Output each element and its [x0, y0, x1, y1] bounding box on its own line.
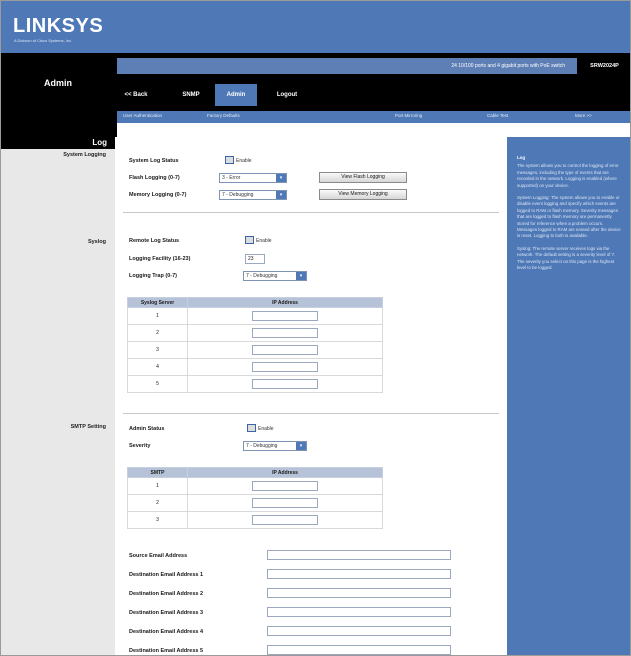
- column-header-syslog-server: Syslog Server: [127, 297, 188, 308]
- admin-status-label: Admin Status: [129, 426, 165, 432]
- syslog-ip-input-5[interactable]: [252, 379, 318, 389]
- memory-logging-select[interactable]: 7 - Debugging ▾: [219, 190, 287, 200]
- destination-email-1-label: Destination Email Address 1: [129, 572, 204, 578]
- section-label-smtp-setting: SMTP Setting: [70, 424, 106, 430]
- destination-email-2-label: Destination Email Address 2: [129, 591, 204, 597]
- page-title: Log: [1, 137, 115, 149]
- section-title: Admin: [1, 53, 115, 129]
- syslog-server-table: Syslog Server IP Address 1 2 3 4 5: [127, 297, 383, 393]
- subnav-more[interactable]: More >>: [575, 113, 592, 118]
- admin-status-value: Enable: [258, 426, 274, 432]
- view-flash-logging-button[interactable]: View Flash Logging: [319, 172, 407, 183]
- help-heading: Log: [517, 155, 526, 160]
- table-row: 1: [127, 477, 383, 495]
- view-memory-logging-button[interactable]: View Memory Logging: [319, 189, 407, 200]
- severity-label: Severity: [129, 443, 151, 449]
- syslog-ip-input-3[interactable]: [252, 345, 318, 355]
- chevron-down-icon: ▾: [276, 174, 286, 182]
- sub-navigation: User Authentication Factory Defaults Por…: [117, 111, 630, 123]
- divider: [123, 413, 499, 414]
- chevron-down-icon: ▾: [296, 442, 306, 450]
- destination-email-3-input[interactable]: [267, 607, 451, 617]
- column-header-ip-address: IP Address: [187, 297, 383, 308]
- logging-facility-label: Logging Facility (16-23): [129, 256, 191, 262]
- tab-snmp[interactable]: SNMP: [175, 84, 207, 106]
- help-panel: Log The system allows you to control the…: [507, 137, 630, 655]
- table-row: 3: [127, 341, 383, 359]
- column-header-smtp: SMTP: [127, 467, 188, 478]
- memory-logging-label: Memory Logging (0-7): [129, 192, 187, 198]
- flash-logging-label: Flash Logging (0-7): [129, 175, 180, 181]
- system-log-status-checkbox[interactable]: [225, 156, 234, 164]
- main-content: System Log Status Enable Flash Logging (…: [119, 137, 507, 655]
- left-sidebar: [1, 137, 115, 655]
- logging-trap-select[interactable]: 7 - Debugging ▾: [243, 271, 307, 281]
- destination-email-5-label: Destination Email Address 5: [129, 648, 204, 654]
- remote-log-status-value: Enable: [256, 238, 272, 244]
- destination-email-1-input[interactable]: [267, 569, 451, 579]
- table-row: 5: [127, 375, 383, 393]
- system-log-status-label: System Log Status: [129, 158, 179, 164]
- logo-tagline: A Division of Cisco Systems, Inc.: [14, 38, 73, 43]
- logging-facility-input[interactable]: 23: [245, 254, 265, 264]
- main-tabs: << Back SNMP Admin Logout: [117, 74, 630, 111]
- remote-log-status-checkbox[interactable]: [245, 236, 254, 244]
- remote-log-status-label: Remote Log Status: [129, 238, 180, 244]
- model-code: SRW2024P: [577, 58, 630, 74]
- smtp-ip-input-1[interactable]: [252, 481, 318, 491]
- logging-trap-label: Logging Trap (0-7): [129, 273, 177, 279]
- smtp-ip-input-3[interactable]: [252, 515, 318, 525]
- table-row: 2: [127, 494, 383, 512]
- subnav-user-authentication[interactable]: User Authentication: [123, 113, 162, 118]
- source-email-label: Source Email Address: [129, 553, 188, 559]
- subnav-port-mirroring[interactable]: Port Mirroring: [395, 113, 422, 118]
- column-header-ip-address: IP Address: [187, 467, 383, 478]
- smtp-ip-input-2[interactable]: [252, 498, 318, 508]
- table-row: 3: [127, 511, 383, 529]
- tab-logout[interactable]: Logout: [269, 84, 305, 106]
- flash-logging-select[interactable]: 3 - Error ▾: [219, 173, 287, 183]
- destination-email-4-label: Destination Email Address 4: [129, 629, 204, 635]
- syslog-ip-input-4[interactable]: [252, 362, 318, 372]
- smtp-server-table: SMTP IP Address 1 2 3: [127, 467, 383, 529]
- section-label-syslog: Syslog: [87, 239, 106, 245]
- destination-email-4-input[interactable]: [267, 626, 451, 636]
- subnav-factory-defaults[interactable]: Factory Defaults: [207, 113, 240, 118]
- table-row: 1: [127, 307, 383, 325]
- section-label-system-logging: System Logging: [63, 152, 106, 158]
- syslog-ip-input-2[interactable]: [252, 328, 318, 338]
- model-description: 24 10/100 ports and 4 gigabit ports with…: [117, 58, 577, 74]
- tab-back[interactable]: << Back: [121, 84, 151, 106]
- table-row: 4: [127, 358, 383, 376]
- destination-email-5-input[interactable]: [267, 645, 451, 655]
- destination-email-2-input[interactable]: [267, 588, 451, 598]
- syslog-ip-input-1[interactable]: [252, 311, 318, 321]
- system-log-status-value: Enable: [236, 158, 252, 164]
- divider: [123, 212, 499, 213]
- help-paragraph: System Logging: The system allows you to…: [517, 195, 621, 239]
- help-paragraph: The system allows you to control the log…: [517, 163, 619, 188]
- admin-status-checkbox[interactable]: [247, 424, 256, 432]
- source-email-input[interactable]: [267, 550, 451, 560]
- tab-admin[interactable]: Admin: [215, 84, 257, 106]
- table-row: 2: [127, 324, 383, 342]
- linksys-logo: LINKSYS: [13, 15, 104, 37]
- severity-select[interactable]: 7 - Debugging ▾: [243, 441, 307, 451]
- destination-email-3-label: Destination Email Address 3: [129, 610, 204, 616]
- browser-frame: LINKSYS A Division of Cisco Systems, Inc…: [0, 0, 631, 656]
- chevron-down-icon: ▾: [296, 272, 306, 280]
- subnav-cable-test[interactable]: Cable Test: [487, 113, 508, 118]
- chevron-down-icon: ▾: [276, 191, 286, 199]
- help-paragraph: Syslog: The remote server receives logs …: [517, 245, 616, 271]
